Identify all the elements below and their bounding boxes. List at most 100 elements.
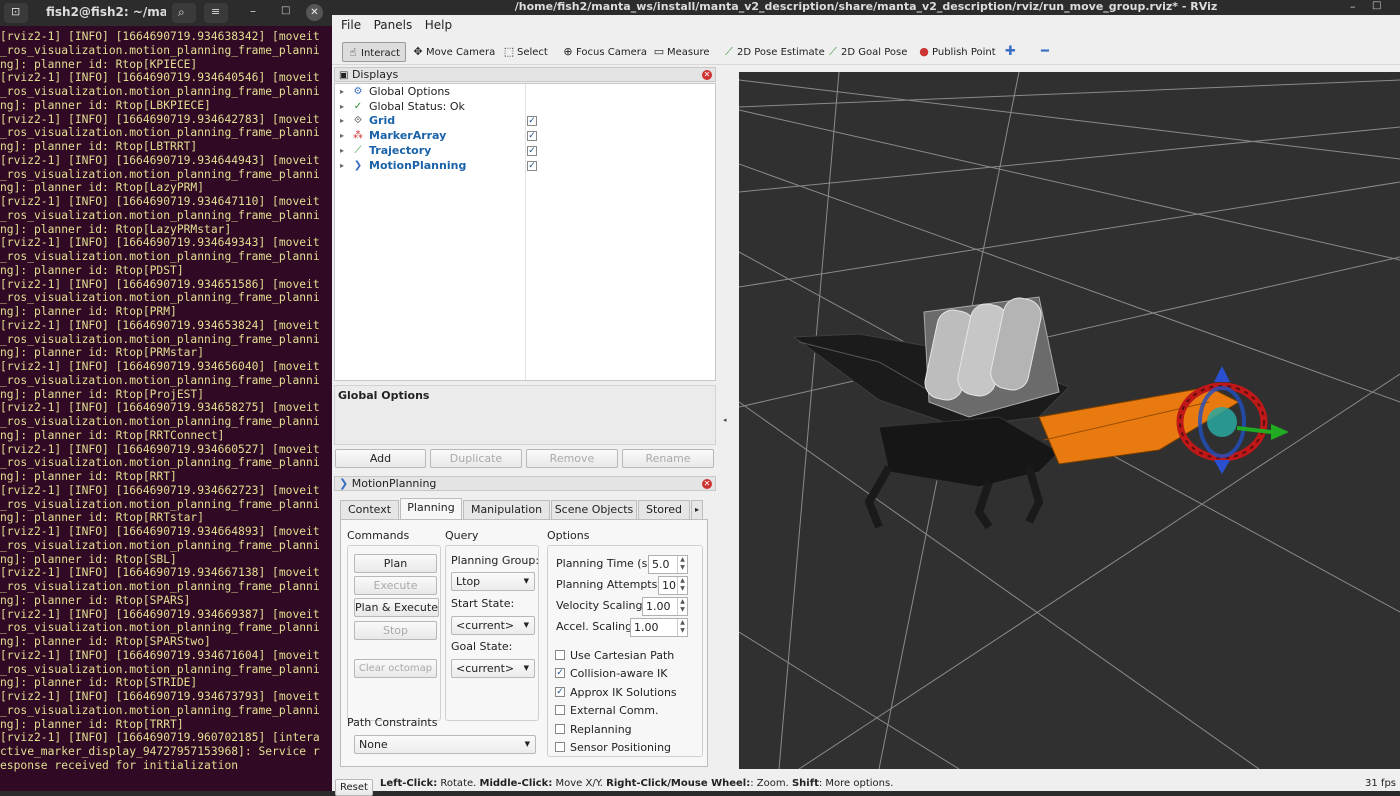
window-maximize-icon[interactable]: □ [1372,0,1381,11]
tree-item-trajectory[interactable]: ▸ ⟋ Trajectory ✓ [335,144,715,158]
planning-group-label: Planning Group: [451,554,540,567]
plan-execute-button[interactable]: Plan & Execute [354,598,439,617]
path-constraints-select[interactable]: None ▼ [354,735,536,754]
markerarray-enabled-checkbox[interactable]: ✓ [527,131,537,141]
checkbox-box[interactable] [555,705,565,715]
spinner-arrows-icon[interactable]: ▲ ▼ [677,556,687,573]
terminal-line: ctive_marker_display_94727957153968]: Se… [0,745,320,758]
motion-planning-icon: ❯ [353,160,363,171]
reset-button[interactable]: Reset [335,779,373,796]
terminal-output[interactable]: [rviz2-1] [INFO] [1664690719.934638342] … [0,30,332,791]
spinner-arrows-icon[interactable]: ▲ ▼ [677,619,687,636]
checkbox-box[interactable] [555,650,565,660]
stop-button[interactable]: Stop [354,621,437,640]
menu-help[interactable]: Help [425,18,452,32]
planning-time-input[interactable]: 5.0 ▲ ▼ [648,555,688,574]
velocity-scaling-input[interactable]: 1.00 ▲ ▼ [642,597,688,616]
expand-arrow-icon[interactable]: ▸ [340,114,344,128]
tree-item-global-options[interactable]: ▸ ⚙ Global Options [335,85,715,99]
execute-button[interactable]: Execute [354,576,437,595]
tree-item-motionplanning[interactable]: ▸ ❯ MotionPlanning ✓ [335,159,715,173]
close-icon[interactable]: ✕ [702,479,712,489]
terminal-line: _ros_visualization.motion_planning_frame… [0,662,320,676]
3d-viewport[interactable] [739,72,1400,769]
checkbox-box[interactable]: ✓ [555,687,565,697]
trajectory-enabled-checkbox[interactable]: ✓ [527,146,537,156]
add-tool-button[interactable]: ✚ [1002,42,1016,62]
menu-panels[interactable]: Panels [374,18,413,32]
close-icon[interactable]: ✕ [306,4,323,21]
tool-select[interactable]: ⬚ Select [499,42,548,62]
approx-ik-solutions-checkbox[interactable]: ✓ Approx IK Solutions [555,686,677,699]
goal-state-select[interactable]: <current> ▼ [451,659,535,678]
expand-arrow-icon[interactable]: ▸ [340,100,344,114]
remove-display-button[interactable]: Remove [526,449,618,468]
displays-tree[interactable]: ▸ ⚙ Global Options ▸ ✓ Global Status: Ok ▸ ⟐ G… [334,83,716,381]
terminal-search-button[interactable]: ⌕ [172,3,196,23]
checkbox-box[interactable] [555,724,565,734]
tree-item-markerarray[interactable]: ▸ ⁂ MarkerArray ✓ [335,129,715,143]
tab-context[interactable]: Context [340,500,399,520]
motion-planning-icon: ❯ [339,477,349,490]
tool-interact[interactable]: ☝ Interact [342,42,406,62]
use-cartesian-path-checkbox[interactable]: Use Cartesian Path [555,649,674,662]
tool-measure[interactable]: ▭ Measure [649,42,710,62]
terminal-window[interactable]: ⊡ fish2@fish2: ~/ma... ⌕ ≡ – □ ✕ [rviz2-… [0,0,332,791]
checkbox-box[interactable]: ✓ [555,668,565,678]
remove-tool-button[interactable]: ━ [1038,42,1049,62]
terminal-line: [rviz2-1] [INFO] [1664690719.934660527] … [0,442,320,456]
splitter-handle-icon[interactable]: ◂ [723,416,727,424]
duplicate-display-button[interactable]: Duplicate [430,449,522,468]
terminal-menu-button[interactable]: ≡ [204,3,228,23]
expand-arrow-icon[interactable]: ▸ [340,85,344,99]
collision-aware-ik-checkbox[interactable]: ✓ Collision-aware IK [555,667,668,680]
sensor-positioning-checkbox[interactable]: Sensor Positioning [555,741,671,754]
spinner-arrows-icon[interactable]: ▲ ▼ [677,598,687,615]
tree-item-global-status[interactable]: ▸ ✓ Global Status: Ok [335,100,715,114]
tool-2d-goal-pose[interactable]: ⟋ 2D Goal Pose [823,42,907,62]
expand-arrow-icon[interactable]: ▸ [340,159,344,173]
replanning-checkbox[interactable]: Replanning [555,723,632,736]
tab-stored[interactable]: Stored [638,500,690,520]
terminal-line: [rviz2-1] [INFO] [1664690719.934658275] … [0,401,320,415]
start-state-select[interactable]: <current> ▼ [451,616,535,635]
terminal-line: ng]: planner id: Rtop[SPARS] [0,593,191,607]
rename-display-button[interactable]: Rename [622,449,714,468]
maximize-icon[interactable]: □ [281,5,290,16]
spinner-arrows-icon[interactable]: ▲ ▼ [677,577,687,594]
expand-arrow-icon[interactable]: ▸ [340,144,344,158]
tool-publish-point[interactable]: ● Publish Point [914,42,995,62]
grid-enabled-checkbox[interactable]: ✓ [527,116,537,126]
terminal-line: ng]: planner id: Rtop[LazyPRM] [0,181,205,195]
tab-manipulation[interactable]: Manipulation [463,500,550,520]
tool-2d-pose-estimate[interactable]: ⟋ 2D Pose Estimate [719,42,825,62]
clear-octomap-button[interactable]: Clear octomap [354,659,437,678]
new-tab-button[interactable]: ⊡ [4,3,28,23]
motionplanning-enabled-checkbox[interactable]: ✓ [527,161,537,171]
tool-focus-camera[interactable]: ⊕ Focus Camera [558,42,647,62]
planning-attempts-input[interactable]: 10 ▲ ▼ [658,576,688,595]
terminal-line: _ros_visualization.motion_planning_frame… [0,538,320,552]
expand-arrow-icon[interactable]: ▸ [340,129,344,143]
menu-file[interactable]: File [341,18,361,32]
minimize-icon[interactable]: – [250,4,256,18]
accel-scaling-input[interactable]: 1.00 ▲ ▼ [630,618,688,637]
tab-scroll-right[interactable]: ▸ [691,500,703,520]
close-icon[interactable]: ✕ [702,70,712,80]
fps-counter: 31 fps [1365,778,1396,789]
goal-state-label: Goal State: [451,640,513,653]
mouse-help-text: Left-Click: Rotate. Middle-Click: Move X… [380,778,894,789]
terminal-line: _ros_visualization.motion_planning_frame… [0,703,320,717]
external-comm-checkbox[interactable]: External Comm. [555,704,658,717]
tab-planning[interactable]: Planning [400,498,462,520]
checkbox-box[interactable] [555,742,565,752]
add-display-button[interactable]: Add [335,449,426,468]
window-minimize-icon[interactable]: – [1350,0,1356,13]
terminal-line: [rviz2-1] [INFO] [1664690719.934640546] … [0,71,320,85]
planning-group-select[interactable]: Ltop ▼ [451,572,535,591]
tree-item-grid[interactable]: ▸ ⟐ Grid ✓ [335,114,715,128]
tab-scene-objects[interactable]: Scene Objects [551,500,637,520]
terminal-line: ng]: planner id: Rtop[RRTstar] [0,511,205,525]
tool-move-camera[interactable]: ✥ Move Camera [408,42,495,62]
plan-button[interactable]: Plan [354,554,437,573]
